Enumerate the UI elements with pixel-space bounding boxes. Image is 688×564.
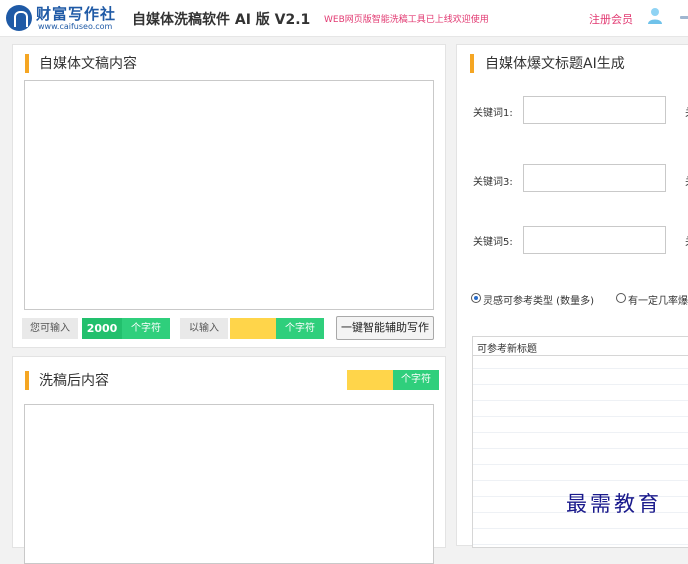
logo-name: 财富写作社 bbox=[36, 5, 117, 23]
title-accent-bar bbox=[25, 54, 29, 73]
rewritten-count-unit: 个字符 bbox=[393, 370, 439, 390]
can-input-unit: 个字符 bbox=[122, 318, 170, 339]
title-accent-bar bbox=[470, 54, 474, 73]
generated-titles-header-label: 可参考新标题 bbox=[477, 344, 537, 355]
rewritten-count bbox=[347, 370, 393, 390]
source-content-panel: 自媒体文稿内容 bbox=[12, 44, 446, 348]
generated-titles-header: 可参考新标题 bbox=[473, 337, 688, 356]
source-content-title: 自媒体文稿内容 bbox=[39, 56, 137, 72]
inspiration-type-label[interactable]: 灵感可参考类型 (数量多) bbox=[483, 292, 594, 307]
app-header: 财富写作社 www.caifuseo.com 自媒体洗稿软件 AI 版 V2.1… bbox=[0, 0, 688, 37]
rewritten-content-textarea[interactable] bbox=[24, 404, 434, 564]
logo-icon bbox=[6, 5, 32, 31]
entered-label: 以输入 bbox=[180, 318, 228, 339]
menu-icon[interactable] bbox=[680, 16, 688, 19]
entered-count bbox=[230, 318, 276, 339]
keyword-1-label: 关键词1: bbox=[473, 108, 513, 119]
web-version-notice-link[interactable]: WEB网页版智能洗稿工具已上线欢迎使用 bbox=[324, 12, 489, 25]
keyword-1-input[interactable] bbox=[523, 96, 666, 124]
smart-assist-writing-button[interactable]: 一键智能辅助写作 bbox=[336, 316, 434, 340]
watermark: 最需教育 bbox=[566, 492, 662, 516]
entered-unit: 个字符 bbox=[276, 318, 324, 339]
register-link[interactable]: 注册会员 bbox=[589, 11, 633, 27]
source-content-textarea[interactable] bbox=[24, 80, 434, 310]
logo-url: www.caifuseo.com bbox=[38, 22, 113, 31]
can-input-label: 您可输入 bbox=[22, 318, 78, 339]
rewritten-content-title: 洗稿后内容 bbox=[39, 373, 109, 389]
title-accent-bar bbox=[25, 371, 29, 390]
keyword-5-label: 关键词5: bbox=[473, 237, 513, 248]
title-generator-panel: 自媒体爆文标题AI生成 关键词1: 关 关键词3: 关 关键词5: 关 灵感可参… bbox=[456, 44, 688, 548]
inspiration-type-radio[interactable] bbox=[471, 293, 481, 303]
viral-chance-radio[interactable] bbox=[616, 293, 626, 303]
viral-chance-label[interactable]: 有一定几率爆 bbox=[628, 292, 688, 307]
can-input-count: 2000 bbox=[82, 318, 122, 339]
keyword-3-input[interactable] bbox=[523, 164, 666, 192]
user-icon[interactable] bbox=[647, 7, 663, 25]
keyword-5-input[interactable] bbox=[523, 226, 666, 254]
rewritten-content-panel: 洗稿后内容 个字符 bbox=[12, 356, 446, 564]
keyword-3-label: 关键词3: bbox=[473, 177, 513, 188]
title-generator-title: 自媒体爆文标题AI生成 bbox=[485, 56, 625, 72]
app-title: 自媒体洗稿软件 AI 版 V2.1 bbox=[132, 12, 311, 28]
